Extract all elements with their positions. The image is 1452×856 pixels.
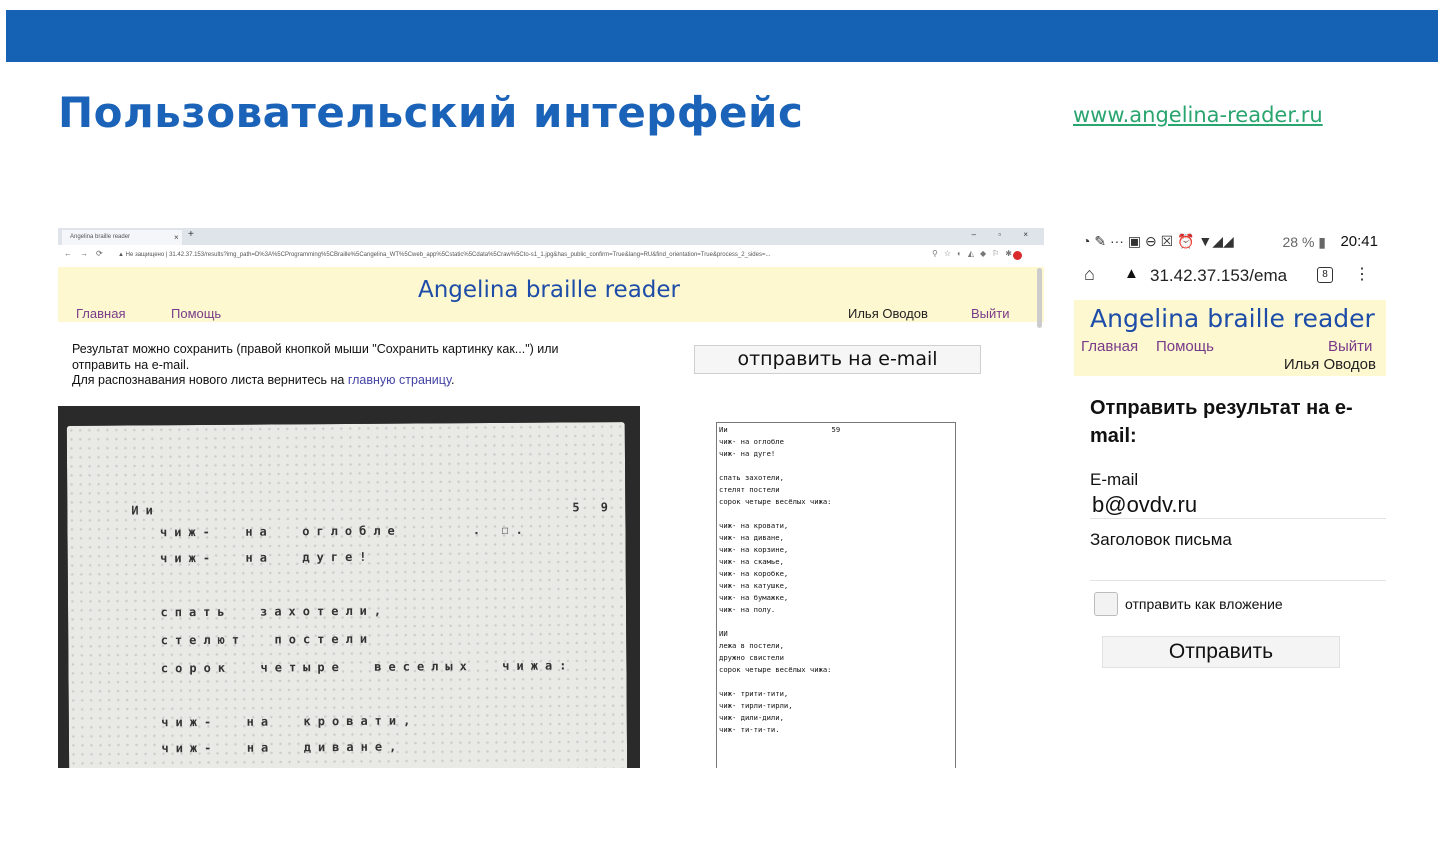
recognized-text: Ии 59 чиж- на оглобле чиж- на дуге! спат… (719, 425, 841, 734)
braille-text-line: чиж- на кровати, (132, 713, 418, 730)
braille-text-line: спать захотели, (132, 603, 389, 620)
tabs-count-icon[interactable]: 8 (1317, 267, 1333, 283)
main-page-link[interactable]: главную страницу (348, 373, 451, 387)
mobile-nav-home-link[interactable]: Главная (1081, 338, 1138, 355)
braille-photo: Ии 5 9 чиж- на оглобле . ☐. чиж- на дуге… (58, 406, 640, 768)
braille-page: Ии 5 9 чиж- на оглобле . ☐. чиж- на дуге… (66, 422, 628, 768)
info-line: отправить на e-mail. (72, 357, 190, 372)
user-name: Илья Оводов (848, 306, 928, 321)
home-icon[interactable]: ⌂ (1084, 264, 1095, 285)
braille-text-line: чиж- на дуге! (131, 549, 374, 566)
browser-address-bar: ←→⟳ ▲ Не защищено | 31.42.37.153/results… (58, 245, 1044, 268)
nav-help-link[interactable]: Помощь (171, 306, 221, 321)
subject-label: Заголовок письма (1090, 530, 1232, 549)
mobile-screenshot: ◔ ✎ ··· ▣ ⊖ ☒ ⏰ ▼◢◢ 28 % ▮ 20:41 ⌂ ▲ 31.… (1074, 228, 1386, 673)
mobile-address-bar: ⌂ ▲ 31.42.37.153/ema 8 ⋮ (1074, 264, 1386, 290)
page-scrollbar[interactable] (1037, 268, 1042, 328)
email-field[interactable] (1090, 492, 1386, 519)
subject-field[interactable] (1090, 554, 1386, 581)
battery-level: 28 % ▮ (1282, 234, 1326, 250)
braille-text-line: стелют постели (132, 631, 375, 648)
braille-text-line: чиж- на оглобле . ☐. (131, 522, 530, 540)
slide-top-bar (6, 10, 1438, 62)
browser-tab-title: Angelina braille reader (70, 234, 131, 240)
attach-checkbox-label: отправить как вложение (1125, 596, 1283, 612)
browser-nav-icons[interactable]: ←→⟳ (64, 249, 111, 258)
warning-icon[interactable]: ▲ (1124, 265, 1139, 282)
info-text: Для распознавания нового листа вернитесь… (72, 373, 348, 387)
browser-tab-bar: Angelina braille reader × + – ▫ × (58, 228, 1044, 245)
mobile-app-header: Angelina braille reader Главная Помощь В… (1074, 300, 1386, 376)
browser-tab[interactable]: Angelina braille reader × (62, 230, 182, 245)
status-bar-icons: ◔ ✎ ··· ▣ ⊖ ☒ ⏰ ▼◢◢ (1082, 233, 1234, 249)
nav-logout-link[interactable]: Выйти (971, 306, 1010, 321)
info-text: . (450, 373, 455, 387)
app-title: Angelina braille reader (418, 277, 681, 303)
email-form-title: Отправить результат на e-mail: (1090, 397, 1353, 447)
mobile-nav-help-link[interactable]: Помощь (1156, 338, 1214, 355)
mobile-nav-logout-link[interactable]: Выйти (1328, 338, 1372, 355)
status-time: 20:41 (1340, 233, 1378, 250)
braille-text-line: чиж- на диване, (132, 739, 404, 756)
braille-text-line: Ии 5 9 (131, 500, 616, 518)
app-header: Angelina braille reader Главная Помощь И… (58, 267, 1044, 322)
close-tab-icon[interactable]: × (174, 230, 179, 245)
email-label: E-mail (1090, 470, 1139, 489)
attach-checkbox[interactable] (1094, 592, 1118, 616)
desktop-screenshot: Angelina braille reader × + – ▫ × ←→⟳ ▲ … (58, 228, 1044, 768)
info-line: Результат можно сохранить (правой кнопко… (72, 342, 559, 356)
braille-text-line: сорок четыре веселых чижа: (132, 658, 574, 676)
window-controls[interactable]: – ▫ × (972, 230, 1038, 239)
result-info-text: Результат можно сохранить (правой кнопко… (72, 342, 672, 389)
recognized-text-panel[interactable]: Ии 59 чиж- на оглобле чиж- на дуге! спат… (716, 422, 956, 768)
nav-home-link[interactable]: Главная (76, 306, 125, 321)
send-email-button[interactable]: отправить на e-mail (694, 345, 981, 374)
profile-icon[interactable] (1013, 251, 1022, 260)
mobile-app-title: Angelina braille reader (1090, 304, 1375, 333)
info-line: Для распознавания нового листа вернитесь… (72, 373, 672, 389)
mobile-user-name: Илья Оводов (1283, 356, 1376, 373)
extension-icons[interactable]: ⚲☆◐◭◆⚐✱ (932, 249, 1018, 258)
mobile-url-field[interactable]: 31.42.37.153/ema (1150, 266, 1287, 286)
menu-icon[interactable]: ⋮ (1354, 264, 1370, 284)
new-tab-icon[interactable]: + (188, 229, 194, 240)
send-button[interactable]: Отправить (1102, 636, 1340, 668)
website-link[interactable]: www.angelina-reader.ru (1073, 103, 1323, 127)
slide-title: Пользовательский интерфейс (58, 88, 804, 137)
url-field[interactable]: ▲ Не защищено | 31.42.37.153/results?img… (118, 249, 918, 262)
